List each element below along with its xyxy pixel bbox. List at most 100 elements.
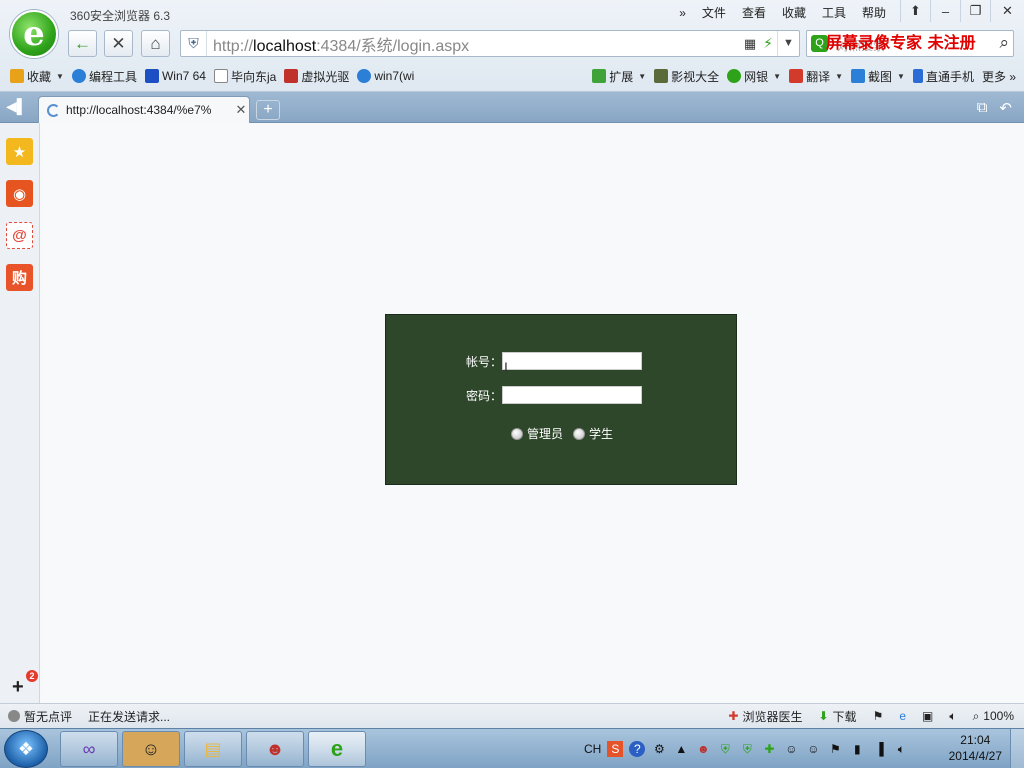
search-icon[interactable]: ⌕ <box>999 33 1009 53</box>
ie-icon <box>71 69 86 83</box>
bookmark-bixiangdong[interactable]: 毕向东ja <box>210 68 280 85</box>
password-input[interactable] <box>502 386 642 404</box>
taskbar-app-explorer[interactable]: ▤ <box>184 731 242 767</box>
bookmark-win7-64[interactable]: Win7 64 <box>141 68 210 85</box>
minimize-button[interactable]: – <box>930 0 960 22</box>
help-icon[interactable]: ? <box>629 741 646 757</box>
taskbar-app-360browser[interactable]: e <box>308 731 366 767</box>
tray-app-1-icon[interactable]: ☻ <box>695 741 711 757</box>
close-button[interactable]: ✕ <box>990 0 1024 22</box>
flag-icon[interactable]: ⚑ <box>873 709 884 723</box>
browser-frame: e 360安全浏览器 6.3 » 文件 查看 收藏 工具 帮助 ⬆ – ❐ ✕ … <box>0 0 1024 92</box>
browser-doctor-button[interactable]: ✚ 浏览器医生 <box>728 708 802 725</box>
menu-help[interactable]: 帮助 <box>854 5 894 21</box>
menu-more[interactable]: » <box>671 5 694 21</box>
role-radio-group: 管理员 学生 <box>511 425 613 442</box>
rating-status[interactable]: 暂无点评 <box>8 708 72 725</box>
bookmark-favorites[interactable]: 收藏 ▼ <box>6 68 68 85</box>
bookmark-programming-tools[interactable]: 编程工具 <box>68 68 141 85</box>
radio-student[interactable] <box>573 427 586 440</box>
tray-expand-icon[interactable]: ▲ <box>673 741 689 757</box>
page-content: 帐号： I 密码： 管理员 学生 <box>41 123 1024 703</box>
radio-admin[interactable] <box>511 427 523 440</box>
tab-login[interactable]: http://localhost:4384/%e7% ✕ <box>38 96 250 123</box>
taskbar-app-qq[interactable]: ☺ <box>122 731 180 767</box>
language-indicator[interactable]: CH <box>584 742 601 756</box>
more-button[interactable]: 更多 » <box>978 68 1020 85</box>
window-title: 360安全浏览器 6.3 <box>70 9 171 23</box>
speed-mode-icon[interactable]: ⚡ <box>759 35 777 52</box>
radio-admin-label[interactable]: 管理员 <box>527 425 563 442</box>
menu-tools[interactable]: 工具 <box>814 5 854 21</box>
security-shield-icon[interactable]: ⛨ <box>181 31 207 56</box>
network-icon[interactable]: ▐ <box>871 741 887 757</box>
address-dropdown-icon[interactable]: ▼ <box>777 31 799 56</box>
infinity-icon: ∞ <box>82 738 96 759</box>
sidebar-toggle-icon[interactable]: ◀▌ <box>6 98 27 115</box>
url-scheme: http:// <box>213 37 254 55</box>
qq-tray-icon[interactable]: ☺ <box>783 741 799 757</box>
sogou-input-icon[interactable]: S <box>607 741 624 757</box>
video-button[interactable]: 影视大全 <box>650 68 723 85</box>
undo-close-icon[interactable]: ↶ <box>999 99 1012 117</box>
phone-button[interactable]: 直通手机 <box>909 68 978 85</box>
show-desktop-button[interactable] <box>1010 729 1024 768</box>
weibo-icon[interactable]: ◉ <box>6 180 33 207</box>
tab-close-icon[interactable]: ✕ <box>233 102 249 118</box>
system-clock[interactable]: 21:04 2014/4/27 <box>949 732 1002 764</box>
menu-view[interactable]: 查看 <box>734 5 774 21</box>
favorites-star-icon[interactable]: ★ <box>6 138 33 165</box>
ime-settings-icon[interactable]: ⚙ <box>651 741 667 757</box>
plus-tray-icon[interactable]: ✚ <box>761 741 777 757</box>
radio-student-label[interactable]: 学生 <box>589 425 613 442</box>
volume-icon[interactable]: 🔈︎ <box>949 709 956 724</box>
window-icon[interactable]: ▣ <box>922 709 933 723</box>
taskbar-app-recorder[interactable]: ☻ <box>246 731 304 767</box>
zoom-control[interactable]: ⌕ 100% <box>973 709 1014 724</box>
loading-spinner-icon <box>47 103 60 117</box>
extensions-button[interactable]: 扩展 ▼ <box>588 68 650 85</box>
shopping-icon[interactable]: 购 <box>6 264 33 291</box>
home-button[interactable]: ⌂ <box>141 30 170 57</box>
bookmarks-left: 收藏 ▼ 编程工具 Win7 64 毕向东ja 虚拟光驱 win7(wi <box>6 68 418 85</box>
new-tab-button[interactable]: + <box>256 100 280 120</box>
taskbar-app-vs[interactable]: ∞ <box>60 731 118 767</box>
ie-mode-icon[interactable]: e <box>899 709 906 723</box>
usb-icon[interactable]: ▮ <box>849 741 865 757</box>
volume-tray-icon[interactable]: 🔈︎ <box>893 741 909 757</box>
action-center-flag-icon[interactable]: ⚑ <box>827 741 843 757</box>
restore-button[interactable]: ❐ <box>960 0 990 22</box>
browser-logo-icon[interactable]: e <box>10 10 58 58</box>
sidebar-add-button[interactable]: +2 <box>12 670 38 699</box>
restore-tabs-icon[interactable]: ⧉ <box>977 99 988 117</box>
screenshot-button[interactable]: 截图 ▼ <box>847 68 909 85</box>
translate-icon <box>789 69 804 83</box>
url-text[interactable]: http://localhost:4384/系统/login.aspx <box>207 32 741 56</box>
360-shield-icon[interactable]: ⛨ <box>717 741 733 757</box>
system-tray: CH S ? ⚙ ▲ ☻ ⛨ ⛨ ✚ ☺ ☺ ⚑ ▮ ▐ 🔈︎ <box>584 729 909 768</box>
skin-icon[interactable]: ⬆ <box>900 0 930 22</box>
mail-icon[interactable]: @ <box>6 222 33 249</box>
folder-icon: ▤ <box>204 738 222 759</box>
home-icon: ⌂ <box>150 33 161 53</box>
menu-favorites[interactable]: 收藏 <box>774 5 814 21</box>
start-button[interactable]: ❖ <box>4 730 48 768</box>
download-label: 下载 <box>832 709 857 724</box>
account-input[interactable] <box>502 352 642 370</box>
qr-code-icon[interactable]: ▦ <box>741 36 759 52</box>
bookmark-win7wi[interactable]: win7(wi <box>353 68 418 85</box>
360-guard-icon[interactable]: ⛨ <box>739 741 755 757</box>
qq-tray-icon-2[interactable]: ☺ <box>805 741 821 757</box>
window-controls: ⬆ – ❐ ✕ <box>900 0 1024 22</box>
ebank-button[interactable]: 网银 ▼ <box>723 68 785 85</box>
back-button[interactable]: ← <box>68 30 97 57</box>
page-icon <box>213 69 228 83</box>
browser-logo-letter: e <box>23 14 45 54</box>
recorder-icon: ☻ <box>265 738 285 759</box>
stop-button[interactable]: ✕ <box>104 30 133 57</box>
bookmark-virtual-drive[interactable]: 虚拟光驱 <box>280 68 353 85</box>
menu-file[interactable]: 文件 <box>694 5 734 21</box>
address-bar[interactable]: ⛨ http://localhost:4384/系统/login.aspx ▦ … <box>180 30 800 57</box>
translate-button[interactable]: 翻译 ▼ <box>785 68 847 85</box>
download-button[interactable]: ⬇ 下载 <box>818 708 856 725</box>
